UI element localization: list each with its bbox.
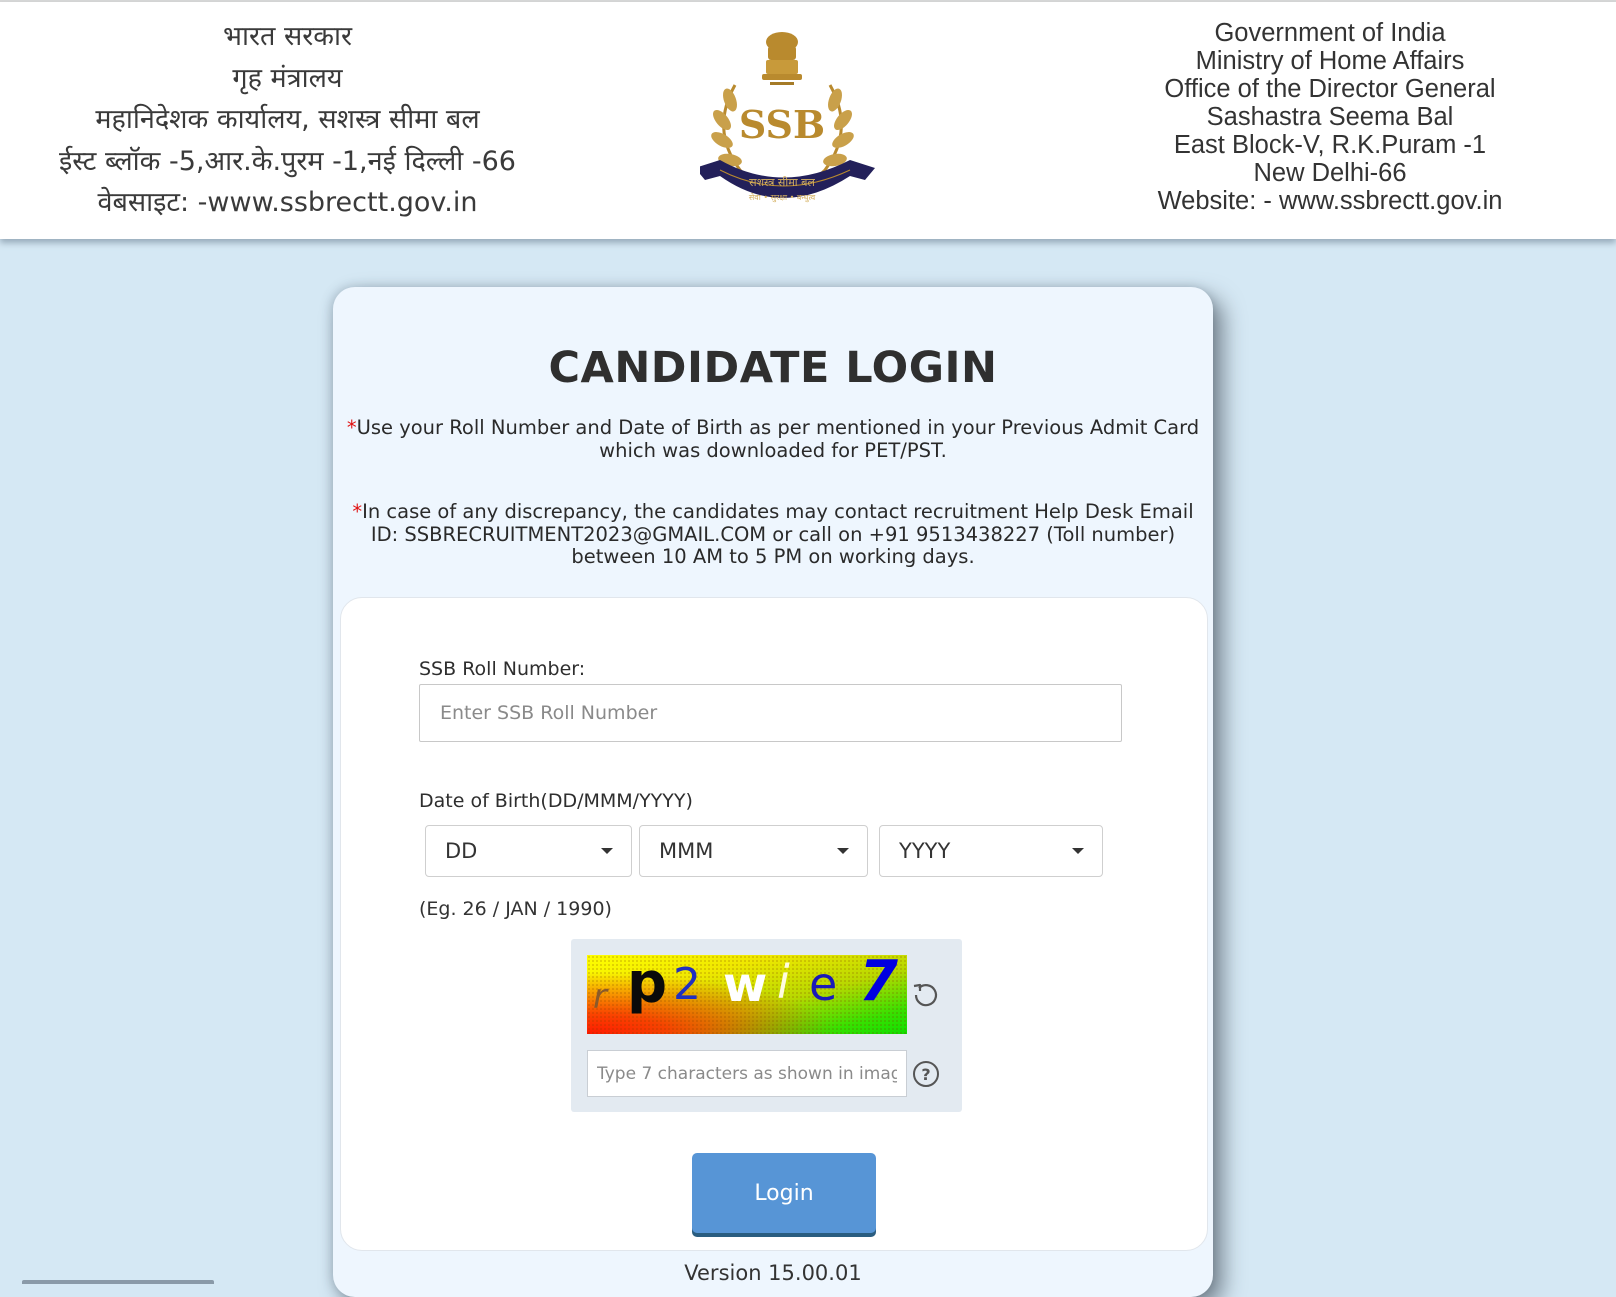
hindi-line: गृह मंत्रालय xyxy=(232,62,343,94)
helpdesk-note: *In case of any discrepancy, the candida… xyxy=(345,500,1201,569)
caret-down-icon xyxy=(601,848,613,854)
english-address-block: Government of India Ministry of Home Aff… xyxy=(1110,19,1550,215)
roll-number-label: SSB Roll Number: xyxy=(419,658,586,680)
captcha-char: 7 xyxy=(859,955,898,1014)
english-line: Sashastra Seema Bal xyxy=(1206,103,1454,131)
dob-example-text: (Eg. 26 / JAN / 1990) xyxy=(419,898,612,920)
captcha-image: r p 2 w i e 7 xyxy=(587,955,907,1034)
dob-day-select[interactable]: DD xyxy=(425,825,632,877)
hindi-line: भारत सरकार xyxy=(222,21,353,52)
login-card: CANDIDATE LOGIN *Use your Roll Number an… xyxy=(333,287,1213,1297)
english-line: Ministry of Home Affairs xyxy=(1195,47,1465,75)
dob-month-value: MMM xyxy=(659,839,714,863)
ssb-emblem-logo: SSB सशस्त्र सीमा बल सेवा • सुरक्षा • बन्… xyxy=(695,20,900,220)
ashoka-emblem-icon xyxy=(762,32,802,85)
captcha-input[interactable] xyxy=(587,1050,907,1097)
required-star: * xyxy=(346,416,357,439)
captcha-char: 2 xyxy=(673,959,701,1010)
english-line: East Block-V, R.K.Puram -1 xyxy=(1173,131,1487,159)
page-header: भारत सरकार गृह मंत्रालय महानिदेशक कार्या… xyxy=(0,2,1616,239)
english-line: Website: - www.ssbrectt.gov.in xyxy=(1157,187,1503,215)
captcha-char: e xyxy=(809,957,838,1011)
dob-label: Date of Birth(DD/MMM/YYYY) xyxy=(419,790,693,812)
dob-year-select[interactable]: YYYY xyxy=(879,825,1103,877)
english-line: Office of the Director General xyxy=(1164,75,1496,103)
login-form: SSB Roll Number: Date of Birth(DD/MMM/YY… xyxy=(340,597,1208,1251)
english-line: New Delhi-66 xyxy=(1253,159,1407,187)
captcha-char: r xyxy=(593,977,607,1017)
captcha-char: p xyxy=(627,955,668,1016)
svg-text:सेवा • सुरक्षा • बन्धुत्व: सेवा • सुरक्षा • बन्धुत्व xyxy=(749,192,816,203)
dob-year-value: YYYY xyxy=(899,839,951,863)
svg-text:?: ? xyxy=(921,1065,930,1084)
hindi-line: वेबसाइट: -www.ssbrectt.gov.in xyxy=(97,187,478,218)
captcha-char: i xyxy=(777,955,790,1009)
instruction-note: *Use your Roll Number and Date of Birth … xyxy=(345,416,1201,462)
refresh-captcha-icon[interactable] xyxy=(911,979,941,1009)
hindi-line: महानिदेशक कार्यालय, सशस्त्र सीमा बल xyxy=(95,104,480,135)
required-star: * xyxy=(352,500,363,523)
hindi-address-block: भारत सरकार गृह मंत्रालय महानिदेशक कार्या… xyxy=(20,16,555,224)
caret-down-icon xyxy=(1072,848,1084,854)
caret-down-icon xyxy=(837,848,849,854)
captcha-section: r p 2 w i e 7 ? xyxy=(571,939,962,1112)
version-text: Version 15.00.01 xyxy=(684,1261,862,1285)
page-title: CANDIDATE LOGIN xyxy=(548,343,998,393)
roll-number-input[interactable] xyxy=(419,684,1122,742)
login-button[interactable]: Login xyxy=(692,1153,876,1233)
english-line: Government of India xyxy=(1214,19,1446,47)
help-icon[interactable]: ? xyxy=(912,1060,940,1088)
helpdesk-text: In case of any discrepancy, the candidat… xyxy=(362,500,1194,568)
svg-text:SSB: SSB xyxy=(739,102,825,147)
hindi-line: ईस्ट ब्लॉक -5,आर.के.पुरम -1,नई दिल्ली -6… xyxy=(59,145,516,177)
instruction-text: Use your Roll Number and Date of Birth a… xyxy=(356,416,1200,462)
bottom-tab-edge xyxy=(22,1280,214,1284)
captcha-char: w xyxy=(723,957,768,1013)
dob-day-value: DD xyxy=(445,839,478,863)
dob-month-select[interactable]: MMM xyxy=(639,825,868,877)
svg-text:सशस्त्र सीमा बल: सशस्त्र सीमा बल xyxy=(749,176,815,189)
